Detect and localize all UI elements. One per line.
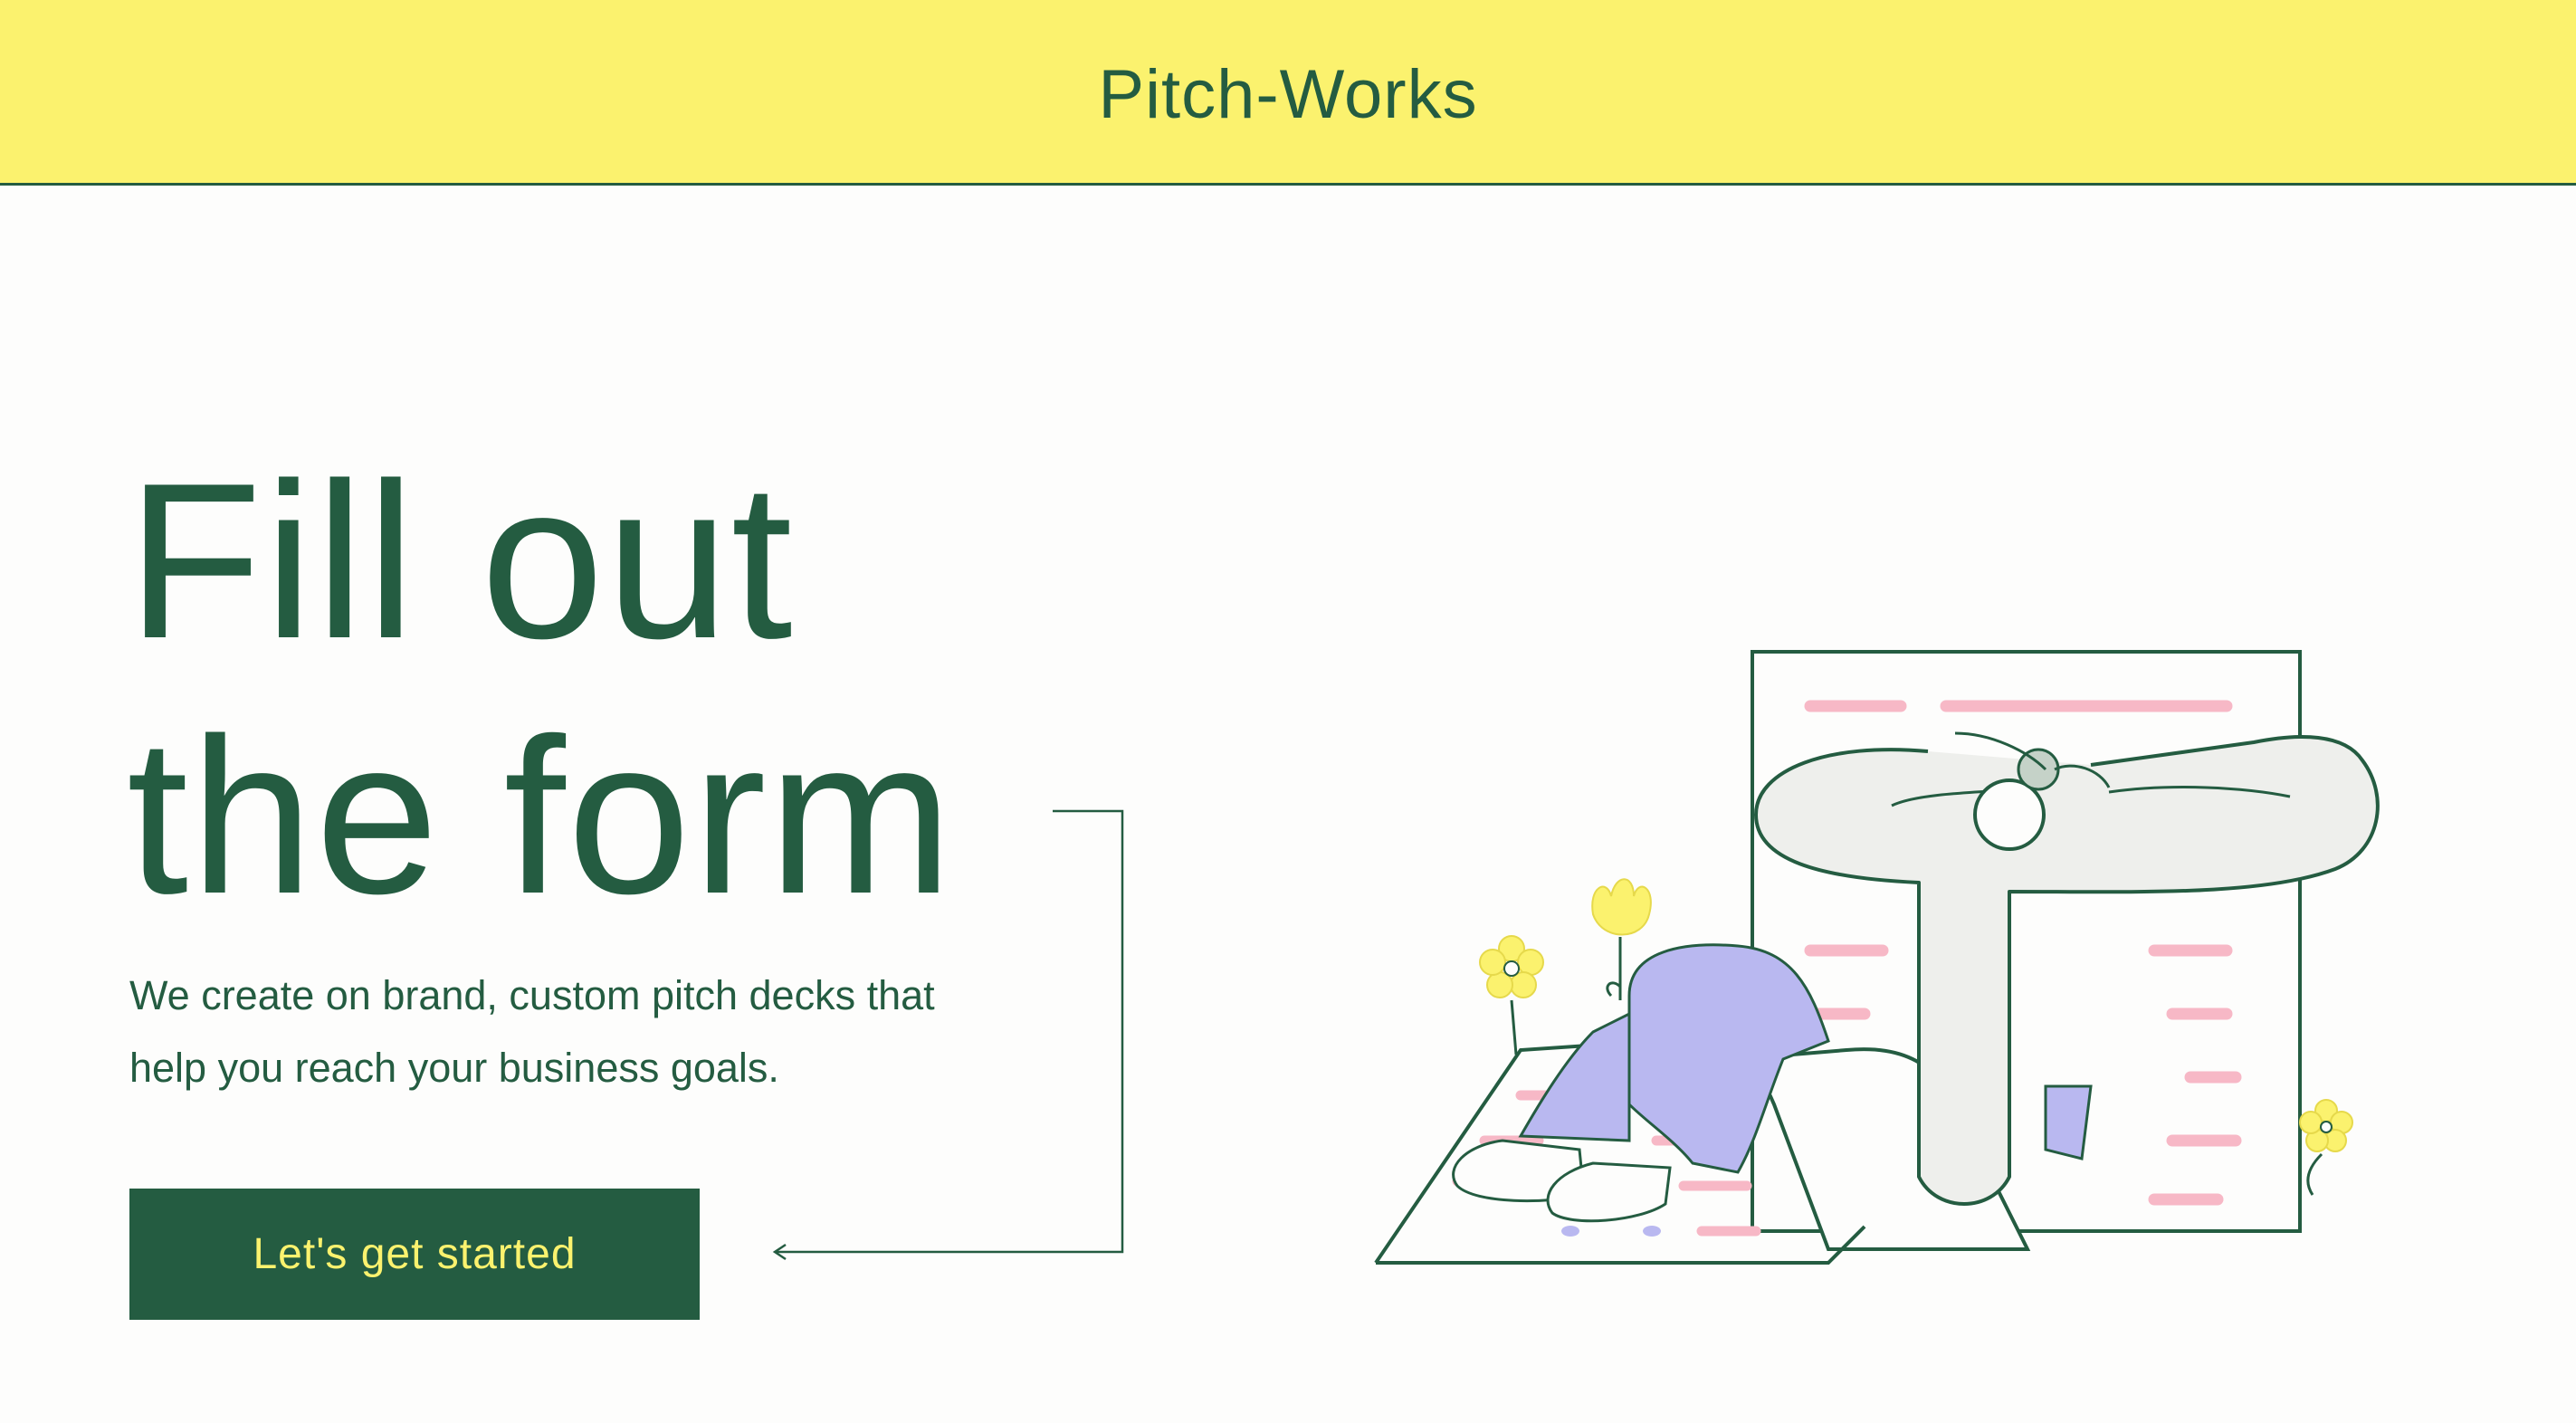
top-bar: Pitch-Works xyxy=(0,0,2576,186)
hero-title-line-2: the form xyxy=(127,692,955,940)
page: Pitch-Works Fill out the form We create … xyxy=(0,0,2576,1423)
hero-subtitle-line-2: help you reach your business goals. xyxy=(129,1045,779,1091)
get-started-button[interactable]: Let's get started xyxy=(129,1189,700,1320)
hero-subtitle: We create on brand, custom pitch decks t… xyxy=(129,960,1143,1104)
hero-title-line-1: Fill out xyxy=(127,436,795,684)
person-reading-document-illustration xyxy=(1374,650,2380,1265)
person-feet xyxy=(1452,1139,1672,1237)
brand-logo[interactable]: Pitch-Works xyxy=(1098,55,1477,134)
hero-title: Fill out the form xyxy=(127,433,955,943)
hero-subtitle-line-1: We create on brand, custom pitch decks t… xyxy=(129,972,935,1018)
